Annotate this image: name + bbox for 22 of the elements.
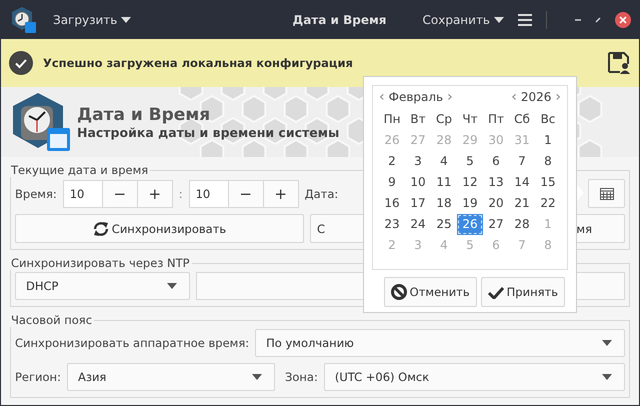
year-label: 2026 bbox=[520, 90, 552, 104]
weekday-label: Ср bbox=[435, 111, 453, 128]
month-label: Февраль bbox=[388, 90, 444, 104]
time-label: Время: bbox=[15, 186, 57, 200]
notification-text: Успешно загружена локальная конфигурация bbox=[43, 56, 353, 70]
weekday-label: Пн bbox=[382, 111, 402, 128]
hardware-time-label: Синхронизировать аппаратное время: bbox=[15, 336, 250, 350]
header-subtitle: Настройка даты и времени системы bbox=[77, 124, 340, 140]
weekday-label: Вс bbox=[540, 111, 556, 128]
date-label: Дата: bbox=[304, 186, 338, 200]
weekday-label: Вт bbox=[409, 111, 427, 128]
weekday-label: Чт bbox=[461, 111, 479, 128]
time-separator: : bbox=[178, 186, 183, 200]
group-title: Текущие дата и время bbox=[10, 163, 150, 177]
weekday-label: Сб bbox=[513, 111, 531, 128]
group-title: Часовой пояс bbox=[10, 313, 94, 327]
weekday-label: Пт bbox=[486, 111, 505, 128]
zone-label: Зона: bbox=[284, 370, 318, 384]
group-title: Синхронизировать через NTP bbox=[10, 256, 191, 270]
region-label: Регион: bbox=[15, 370, 61, 384]
window-title: Дата и Время bbox=[292, 13, 386, 27]
header-title: Дата и Время bbox=[77, 104, 212, 124]
